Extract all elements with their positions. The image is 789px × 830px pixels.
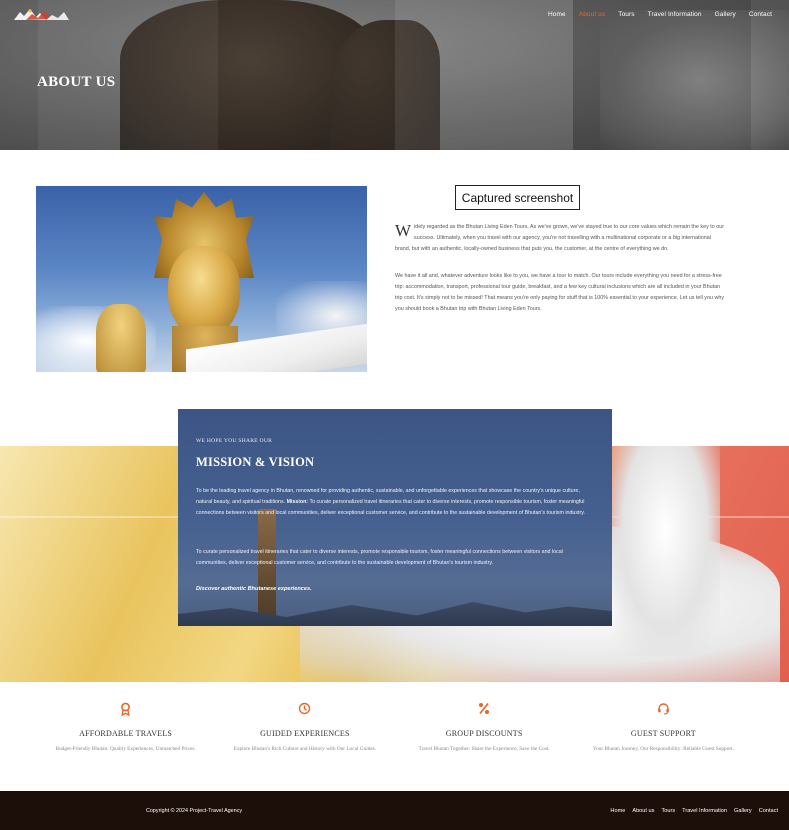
dropcap: W <box>395 221 412 240</box>
mission-paragraph-1: To be the leading travel agency in Bhuta… <box>196 486 592 519</box>
logo-mark-icon <box>14 9 69 20</box>
feature-description: Travel Bhutan Together: Share the Experi… <box>418 746 550 752</box>
mission-eyebrow: WE HOPE YOU SHARE OUR <box>196 438 273 444</box>
footer-nav: Home About us Tours Travel Information G… <box>603 808 778 814</box>
footer-nav-travel-information[interactable]: Travel Information <box>682 808 727 814</box>
nav-travel-information[interactable]: Travel Information <box>648 11 702 18</box>
feature-guided-experiences: GUIDED EXPERIENCES Explore Bhutan's Rich… <box>215 702 394 772</box>
about-paragraph-1: W idely regarded as the Bhutan Living Ed… <box>395 222 725 255</box>
footer-nav-contact[interactable]: Contact <box>759 808 778 814</box>
flag-dragon-head <box>610 446 720 656</box>
feature-title: GROUP DISCOUNTS <box>445 729 523 738</box>
clock-icon <box>299 702 311 715</box>
mission-title: MISSION & VISION <box>196 455 315 469</box>
nav-tours[interactable]: Tours <box>618 11 634 18</box>
feature-title: GUIDED EXPERIENCES <box>260 729 350 738</box>
feature-description: Explore Bhutan's Rich Culture and Histor… <box>233 746 377 752</box>
about-statue-image <box>36 186 367 372</box>
feature-title: AFFORDABLE TRAVELS <box>79 729 173 738</box>
site-logo[interactable] <box>12 6 70 22</box>
about-paragraph-2: We have it all and, whatever adventure l… <box>395 273 725 312</box>
award-icon <box>121 702 131 716</box>
hero-column-band <box>573 0 751 150</box>
statue-hand <box>96 304 146 372</box>
nav-home[interactable]: Home <box>548 11 566 18</box>
feature-description: Budget-Friendly Bhutan: Quality Experien… <box>55 746 196 752</box>
captured-screenshot-label: Captured screenshot <box>455 185 580 210</box>
feature-affordable-travels: AFFORDABLE TRAVELS Budget-Friendly Bhuta… <box>36 702 215 772</box>
headset-icon <box>658 703 669 715</box>
feature-guest-support: GUEST SUPPORT Your Bhutan Journey, Our R… <box>574 702 753 772</box>
about-paragraph-1-text: idely regarded as the Bhutan Living Eden… <box>395 224 725 252</box>
footer-nav-about-us[interactable]: About us <box>632 808 654 814</box>
nav-gallery[interactable]: Gallery <box>715 11 736 18</box>
percent-icon <box>479 702 490 715</box>
footer-nav-tours[interactable]: Tours <box>661 808 675 814</box>
feature-description: Your Bhutan Journey, Our Responsibility:… <box>592 746 734 752</box>
page-title: ABOUT US <box>37 74 116 90</box>
main-nav: Home About us Tours Travel Information G… <box>535 11 772 18</box>
about-text: W idely regarded as the Bhutan Living Ed… <box>395 222 725 331</box>
nav-about-us[interactable]: About us <box>579 11 605 18</box>
feature-title: GUEST SUPPORT <box>630 729 696 738</box>
hero-column-band <box>395 0 573 150</box>
hero-banner: Home About us Tours Travel Information G… <box>0 0 789 150</box>
card-mountain-image <box>178 602 612 626</box>
footer-nav-home[interactable]: Home <box>610 808 625 814</box>
mission-paragraph-2: To curate personalized travel itinerarie… <box>196 549 563 566</box>
nav-contact[interactable]: Contact <box>749 11 772 18</box>
features-section: AFFORDABLE TRAVELS Budget-Friendly Bhuta… <box>36 702 753 772</box>
site-footer: Copyright © 2024 Project-Travel Agency H… <box>0 791 789 830</box>
mission-tagline: Discover authentic Bhutanese experiences… <box>196 586 312 592</box>
feature-group-discounts: GROUP DISCOUNTS Travel Bhutan Together: … <box>395 702 574 772</box>
footer-nav-gallery[interactable]: Gallery <box>734 808 752 814</box>
mission-label: Mission: <box>286 499 309 505</box>
copyright-text: Copyright © 2024 Project-Travel Agency <box>146 808 243 814</box>
statue-face <box>168 246 240 338</box>
